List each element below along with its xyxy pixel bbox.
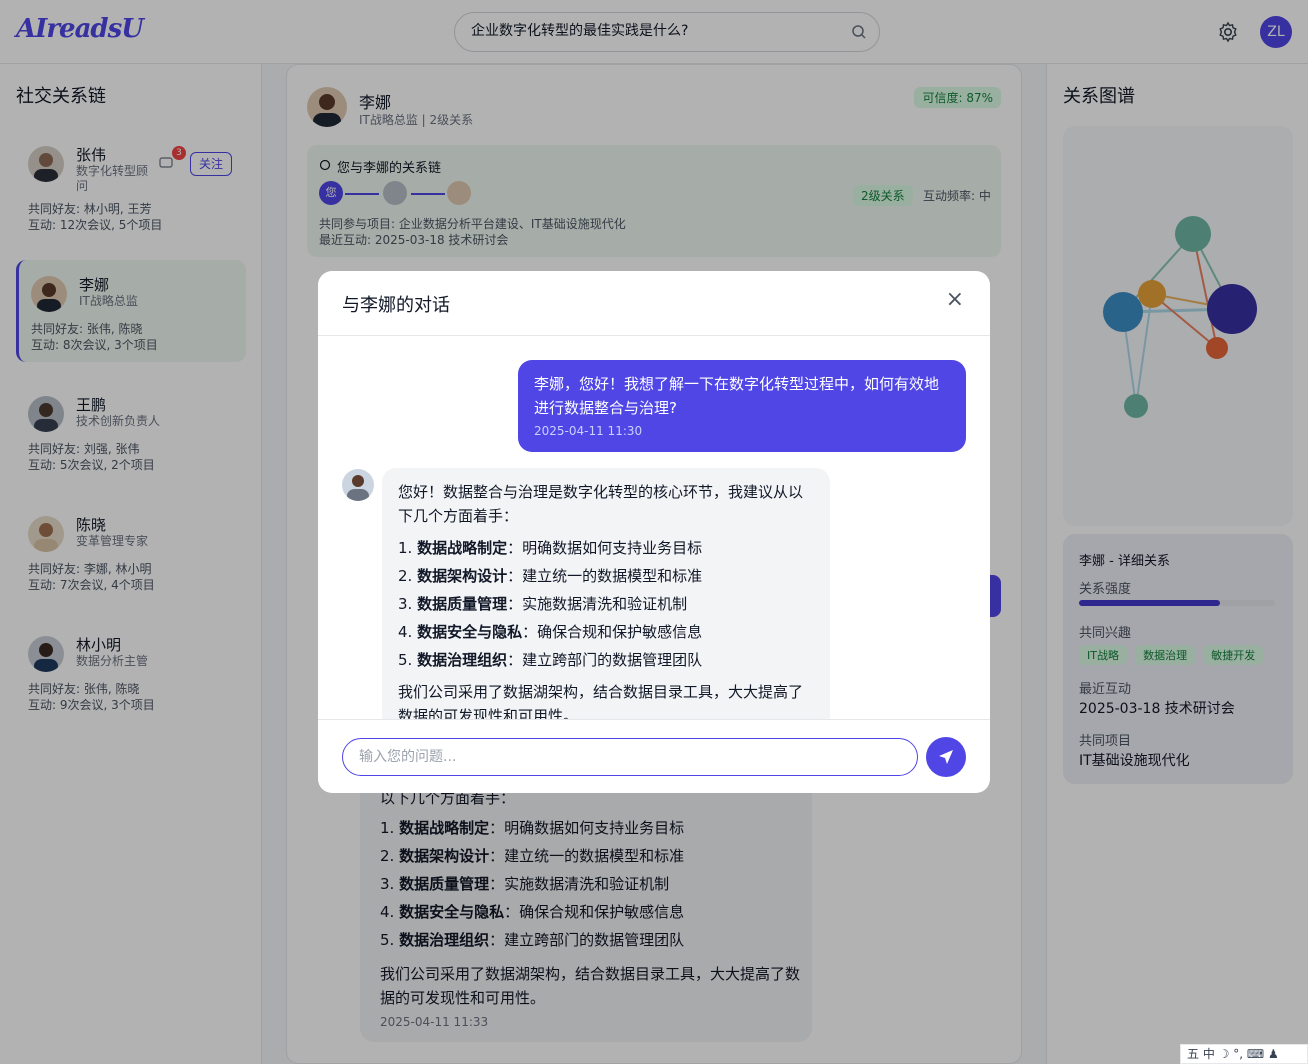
user-message-time: 2025-04-11 11:30	[534, 424, 643, 438]
user-message-text: 李娜，您好！我想了解一下在数字化转型过程中，如何有效地进行数据整合与治理?	[534, 375, 940, 417]
chat-dialog: 与李娜的对话 × 李娜，您好！我想了解一下在数字化转型过程中，如何有效地进行数据…	[318, 271, 990, 793]
dialog-header: 与李娜的对话 ×	[318, 271, 990, 336]
bot-message-intro: 您好！数据整合与治理是数字化转型的核心环节，我建议从以下几个方面着手：	[398, 483, 804, 525]
close-icon[interactable]: ×	[946, 287, 964, 312]
bot-message-list: 1. 数据战略制定：明确数据如何支持业务目标 2. 数据架构设计：建立统一的数据…	[398, 534, 814, 674]
send-button[interactable]	[926, 737, 966, 777]
list-item: 4. 数据安全与隐私：确保合规和保护敏感信息	[398, 623, 703, 641]
dialog-title: 与李娜的对话	[342, 295, 450, 316]
chat-input[interactable]	[342, 738, 918, 776]
bot-message-outro: 我们公司采用了数据湖架构，结合数据目录工具，大大提高了数据的可发现性和可用性。	[398, 683, 804, 719]
list-item: 1. 数据战略制定：明确数据如何支持业务目标	[398, 539, 703, 557]
list-item: 2. 数据架构设计：建立统一的数据模型和标准	[398, 567, 703, 585]
chat-messages[interactable]: 李娜，您好！我想了解一下在数字化转型过程中，如何有效地进行数据整合与治理? 20…	[318, 337, 990, 719]
send-icon	[939, 750, 953, 764]
list-item: 5. 数据治理组织：建立跨部门的数据管理团队	[398, 651, 703, 669]
avatar	[342, 469, 374, 501]
list-item: 3. 数据质量管理：实施数据清洗和验证机制	[398, 595, 688, 613]
dialog-footer	[318, 719, 990, 793]
user-message: 李娜，您好！我想了解一下在数字化转型过程中，如何有效地进行数据整合与治理? 20…	[518, 360, 966, 452]
ime-tray[interactable]: 五 中 ☽ °, ⌨ ♟	[1180, 1044, 1308, 1064]
bot-message: 您好！数据整合与治理是数字化转型的核心环节，我建议从以下几个方面着手： 1. 数…	[382, 468, 830, 719]
